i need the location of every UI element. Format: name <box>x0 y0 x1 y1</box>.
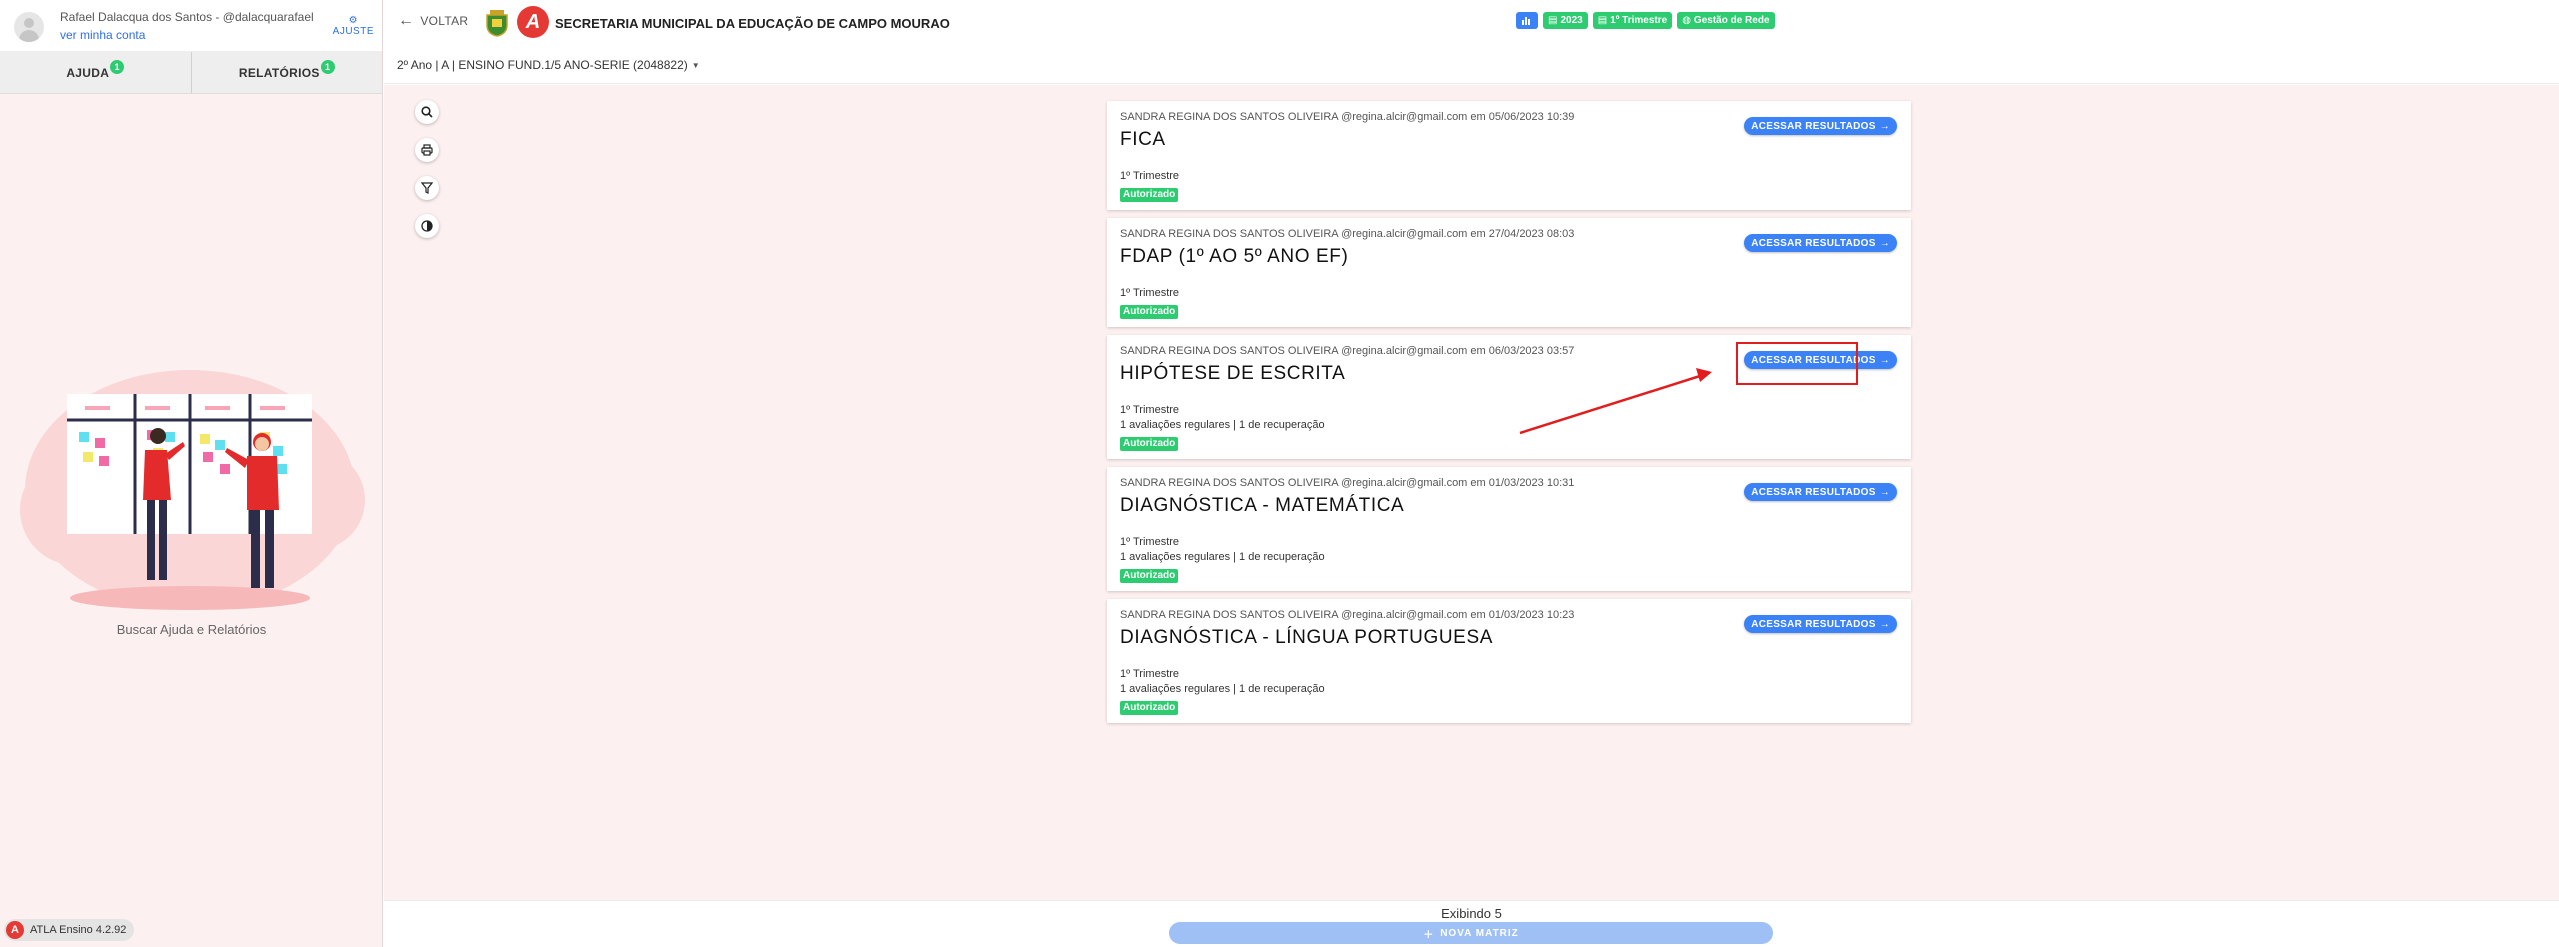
arrow-right-icon: → <box>1879 354 1890 366</box>
tab-help-label: AJUDA <box>66 65 110 80</box>
back-label: VOLTAR <box>420 14 469 28</box>
filter-icon <box>421 182 433 194</box>
access-results-button[interactable]: ACESSAR RESULTADOS → <box>1744 234 1897 252</box>
matrix-card: SANDRA REGINA DOS SANTOS OLIVEIRA @regin… <box>1107 218 1911 327</box>
gear-icon: ⚙ <box>348 15 359 26</box>
matrix-card: SANDRA REGINA DOS SANTOS OLIVEIRA @regin… <box>1107 467 1911 591</box>
sidebar: Rafael Dalacqua dos Santos - @dalacquara… <box>0 0 383 947</box>
filter-button[interactable] <box>415 176 439 200</box>
chip-year[interactable]: ▤ 2023 <box>1543 12 1588 29</box>
version-label: ATLA Ensino 4.2.92 <box>30 924 127 936</box>
sidebar-tabs: AJUDA 1 RELATÓRIOS 1 <box>0 52 382 94</box>
settings-button[interactable]: ⚙ AJUSTE <box>332 15 374 38</box>
class-selector-value: 2º Ano | A | ENSINO FUND.1/5 ANO-SERIE (… <box>397 58 688 72</box>
results-count: Exibindo 5 <box>1441 906 1502 921</box>
org-logo-icon: A <box>517 6 549 38</box>
settings-label: AJUSTE <box>332 26 374 37</box>
chip-network[interactable]: ◍ Gestão de Rede <box>1677 12 1775 29</box>
status-badge: Autorizado <box>1120 188 1179 202</box>
access-results-label: ACESSAR RESULTADOS <box>1751 618 1876 630</box>
class-selector[interactable]: 2º Ano | A | ENSINO FUND.1/5 ANO-SERIE (… <box>397 58 700 72</box>
version-chip[interactable]: A ATLA Ensino 4.2.92 <box>4 919 135 941</box>
contrast-icon <box>421 220 433 232</box>
tab-reports[interactable]: RELATÓRIOS 1 <box>190 52 383 93</box>
account-link[interactable]: ver minha conta <box>60 28 145 42</box>
new-matrix-button[interactable]: ＋ NOVA MATRIZ <box>1169 922 1773 944</box>
chip-network-label: Gestão de Rede <box>1693 15 1770 26</box>
arrow-right-icon: → <box>1879 618 1890 630</box>
toolbar <box>415 100 439 238</box>
status-badge: Autorizado <box>1120 305 1179 319</box>
chip-year-label: 2023 <box>1560 15 1583 26</box>
card-period: 1º Trimestre <box>1120 170 1180 182</box>
chip-period[interactable]: ▤ 1º Trimestre <box>1592 12 1673 29</box>
status-badge: Autorizado <box>1120 569 1179 583</box>
back-button[interactable]: ← VOLTAR <box>398 12 469 29</box>
user-name: Rafael Dalacqua dos Santos - @dalacquara… <box>60 10 314 24</box>
org-name: SECRETARIA MUNICIPAL DA EDUCAÇÃO DE CAMP… <box>555 16 950 31</box>
tab-help-badge: 1 <box>110 59 125 74</box>
search-button[interactable] <box>415 100 439 124</box>
card-assessments: 1 avaliações regulares | 1 de recuperaçã… <box>1120 683 1325 695</box>
matrix-card: SANDRA REGINA DOS SANTOS OLIVEIRA @regin… <box>1107 599 1911 723</box>
chart-icon <box>1522 17 1530 25</box>
tab-reports-badge: 1 <box>320 59 335 74</box>
avatar[interactable] <box>14 12 44 42</box>
plus-icon: ＋ <box>1423 929 1435 941</box>
user-bar: Rafael Dalacqua dos Santos - @dalacquara… <box>0 0 382 52</box>
access-results-label: ACESSAR RESULTADOS <box>1751 486 1876 498</box>
globe-icon: ◍ <box>1682 15 1691 26</box>
status-badge: Autorizado <box>1120 701 1179 715</box>
access-results-label: ACESSAR RESULTADOS <box>1751 237 1876 249</box>
arrow-right-icon: → <box>1879 486 1890 498</box>
atla-logo-icon: A <box>6 921 24 939</box>
main-content: SANDRA REGINA DOS SANTOS OLIVEIRA @regin… <box>384 85 2559 900</box>
help-caption: Buscar Ajuda e Relatórios <box>116 622 267 637</box>
tab-reports-label: RELATÓRIOS <box>238 65 320 80</box>
matrix-list: SANDRA REGINA DOS SANTOS OLIVEIRA @regin… <box>1107 101 1911 731</box>
access-results-label: ACESSAR RESULTADOS <box>1751 120 1876 132</box>
caret-down-icon: ▼ <box>691 60 700 70</box>
access-results-button[interactable]: ACESSAR RESULTADOS → <box>1744 615 1897 633</box>
arrow-right-icon: → <box>1879 237 1890 249</box>
help-illustration <box>20 370 365 610</box>
print-button[interactable] <box>415 138 439 162</box>
card-period: 1º Trimestre <box>1120 287 1180 299</box>
calendar-icon: ▤ <box>1548 15 1558 26</box>
footer: Exibindo 5 ＋ NOVA MATRIZ <box>384 900 2559 947</box>
matrix-card: SANDRA REGINA DOS SANTOS OLIVEIRA @regin… <box>1107 101 1911 210</box>
card-assessments: 1 avaliações regulares | 1 de recuperaçã… <box>1120 551 1325 563</box>
tab-help[interactable]: AJUDA 1 <box>0 52 191 93</box>
status-badge: Autorizado <box>1120 437 1179 451</box>
card-assessments: 1 avaliações regulares | 1 de recuperaçã… <box>1120 419 1325 431</box>
new-matrix-label: NOVA MATRIZ <box>1440 927 1519 939</box>
chip-dashboard[interactable] <box>1516 12 1538 29</box>
card-period: 1º Trimestre <box>1120 404 1180 416</box>
chip-period-label: 1º Trimestre <box>1610 15 1668 26</box>
card-period: 1º Trimestre <box>1120 668 1180 680</box>
card-period: 1º Trimestre <box>1120 536 1180 548</box>
contrast-button[interactable] <box>415 214 439 238</box>
search-icon <box>421 106 433 118</box>
arrow-left-icon: ← <box>398 12 415 29</box>
access-results-button[interactable]: ACESSAR RESULTADOS → <box>1744 483 1897 501</box>
annotation-highlight-box <box>1736 342 1858 385</box>
municipal-crest-icon <box>486 10 508 37</box>
header: ← VOLTAR A SECRETARIA MUNICIPAL DA EDUCA… <box>384 0 2559 84</box>
context-chips: ▤ 2023 ▤ 1º Trimestre ◍ Gestão de Rede <box>1516 12 1775 29</box>
print-icon <box>421 144 433 156</box>
arrow-right-icon: → <box>1879 120 1890 132</box>
access-results-button[interactable]: ACESSAR RESULTADOS → <box>1744 117 1897 135</box>
calendar-icon: ▤ <box>1597 15 1608 26</box>
